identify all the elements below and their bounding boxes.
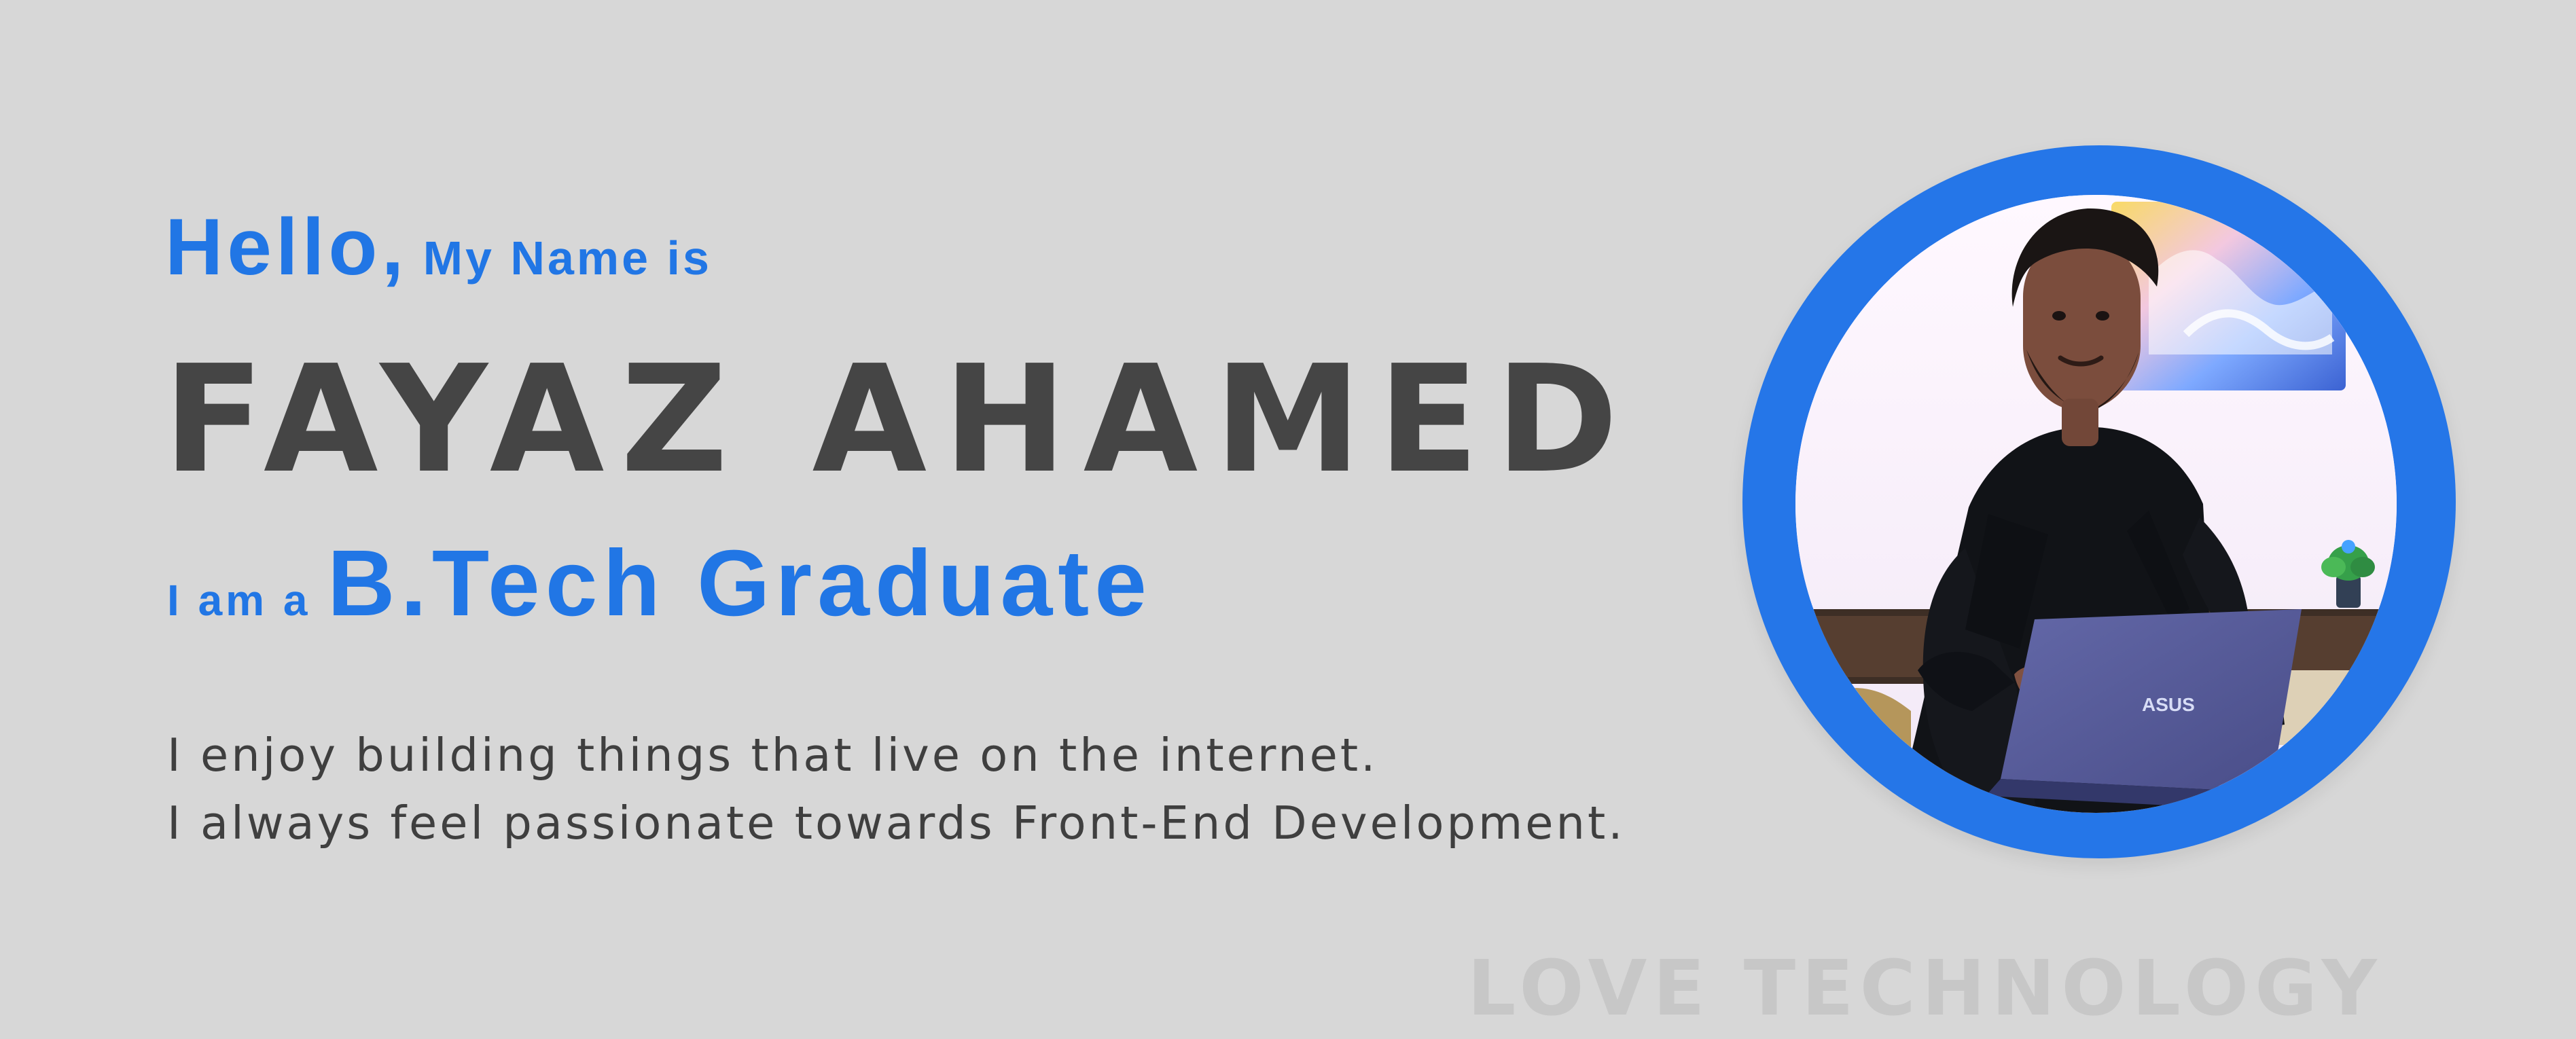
- greeting-line: Hello, My Name is: [165, 207, 712, 287]
- role-prefix: I am a: [167, 576, 311, 625]
- role-line: I am a B.Tech Graduate: [167, 536, 1152, 630]
- profile-photo: ASUS: [1795, 195, 2397, 813]
- bio-line-1: I enjoy building things that live on the…: [167, 729, 1378, 782]
- greeting-hello: Hello,: [165, 202, 408, 292]
- bio-text: I enjoy building things that live on the…: [167, 721, 1626, 857]
- profile-photo-illustration: ASUS: [1795, 195, 2397, 813]
- bio-line-2: I always feel passionate towards Front-E…: [167, 797, 1626, 850]
- laptop-brand-label: ASUS: [2142, 694, 2195, 715]
- hero-banner: Hello, My Name is FAYAZ AHAMED I am a B.…: [0, 0, 2576, 1039]
- watermark-text: LOVE TECHNOLOGY: [1467, 945, 2383, 1033]
- name-heading: FAYAZ AHAMED: [163, 334, 1635, 506]
- greeting-my-name-is: My Name is: [423, 232, 712, 285]
- role-title: B.Tech Graduate: [327, 531, 1152, 636]
